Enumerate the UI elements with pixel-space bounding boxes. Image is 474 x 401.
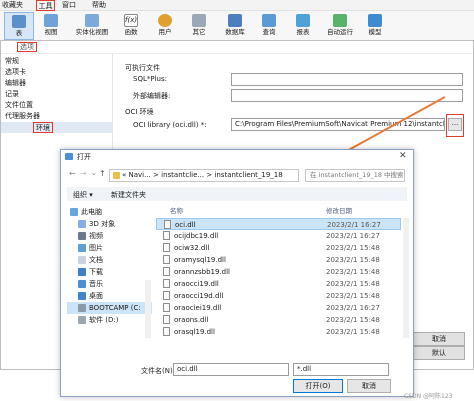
tree-item-documents[interactable]: 文档 (67, 254, 152, 266)
folder-icon (113, 172, 120, 179)
file-name: oraociei19.dll (174, 304, 222, 312)
open-file-dialog: 打开 ✕ ← → ⌄ ↑ « Navi... > instantclie... … (60, 149, 414, 397)
tree-label: 软件 (D:) (89, 316, 119, 324)
column-name[interactable]: 名称 (170, 206, 183, 217)
file-row[interactable]: ocijdbc19.dll 2023/2/1 16:27 (156, 230, 401, 242)
dialog-toolbar: 组织 ▾ 新建文件夹 (67, 187, 407, 201)
tree-label: 桌面 (89, 292, 103, 300)
close-icon[interactable]: ✕ (399, 151, 407, 161)
recent-chevron-icon[interactable]: ⌄ (91, 169, 97, 177)
dll-file-icon (163, 255, 170, 264)
file-row[interactable]: oci.dll 2023/2/1 16:27 (156, 218, 401, 230)
file-type-select[interactable]: *.dll (293, 363, 389, 376)
desktop-icon (78, 292, 86, 300)
dll-file-icon (163, 231, 170, 240)
file-date: 2023/2/1 15:48 (326, 316, 380, 324)
file-date: 2023/2/1 15:48 (326, 328, 380, 336)
dll-file-icon (163, 315, 170, 324)
dll-file-icon (163, 279, 170, 288)
forward-icon[interactable]: → (80, 169, 87, 178)
tree-item-bootcamp[interactable]: BOOTCAMP (C: (67, 302, 152, 314)
file-date: 2023/2/1 15:48 (326, 280, 380, 288)
file-list: 名称 修改日期 oci.dll 2023/2/1 16:27 ocijdbc19.… (156, 206, 411, 340)
file-row[interactable]: orannzsbb19.dll 2023/2/1 15:48 (156, 266, 401, 278)
watermark: CSDN @阿陈123 (404, 393, 453, 400)
dialog-cancel-button[interactable]: 取消 (347, 379, 391, 393)
file-date: 2023/2/1 16:27 (326, 304, 380, 312)
tree-label: 文档 (89, 256, 103, 264)
organize-button[interactable]: 组织 ▾ (73, 190, 93, 200)
picture-icon (78, 244, 86, 252)
search-input[interactable]: 在 instantclient_19_18 中搜索 (305, 169, 405, 182)
path-segment[interactable]: « Navi... (122, 171, 151, 179)
dll-file-icon (163, 243, 170, 252)
file-date: 2023/2/1 15:48 (326, 268, 380, 276)
file-name: orasql19.dll (174, 328, 215, 336)
tree-item-3d[interactable]: 3D 对象 (67, 218, 152, 230)
file-name: oramysql19.dll (174, 256, 226, 264)
drive-icon (78, 304, 86, 312)
address-bar: ← → ⌄ ↑ « Navi... > instantclie... > ins… (67, 168, 407, 183)
path-breadcrumb[interactable]: « Navi... > instantclie... > instantclie… (109, 169, 299, 182)
dll-file-icon (163, 327, 170, 336)
open-button[interactable]: 打开(O) (293, 379, 343, 393)
tree-label: BOOTCAMP (C: (89, 304, 141, 312)
file-row[interactable]: oramysql19.dll 2023/2/1 15:48 (156, 254, 401, 266)
file-date: 2023/2/1 15:48 (326, 292, 380, 300)
dll-file-icon (163, 291, 170, 300)
tree-label: 3D 对象 (89, 220, 116, 228)
tree-scrollbar[interactable] (145, 280, 151, 338)
new-folder-button[interactable]: 新建文件夹 (111, 190, 146, 200)
tree-item-this-pc[interactable]: 此电脑 (67, 206, 152, 218)
file-date: 2023/2/1 16:27 (326, 232, 380, 240)
file-row[interactable]: ociw32.dll 2023/2/1 15:48 (156, 242, 401, 254)
tree-label: 视频 (89, 232, 103, 240)
tree-label: 音乐 (89, 280, 103, 288)
cube-icon (78, 220, 86, 228)
file-name: ociw32.dll (174, 244, 210, 252)
file-date: 2023/2/1 15:48 (326, 256, 380, 264)
video-icon (78, 232, 86, 240)
music-icon (78, 280, 86, 288)
file-name: orannzsbb19.dll (174, 268, 230, 276)
download-icon (78, 268, 86, 276)
filename-input[interactable]: oci.dll (173, 363, 289, 376)
file-row[interactable]: oraocci19d.dll 2023/2/1 15:48 (156, 290, 401, 302)
tree-item-desktop[interactable]: 桌面 (67, 290, 152, 302)
tree-item-videos[interactable]: 视频 (67, 230, 152, 242)
dll-file-icon (163, 303, 170, 312)
file-name: oraocci19.dll (174, 280, 219, 288)
file-row[interactable]: oraocci19.dll 2023/2/1 15:48 (156, 278, 401, 290)
file-date: 2023/2/1 15:48 (326, 244, 380, 252)
dialog-title-bar: 打开 ✕ (61, 150, 413, 164)
file-row[interactable]: oraons.dll 2023/2/1 15:48 (156, 314, 401, 326)
drive-icon (78, 316, 86, 324)
tree-label: 此电脑 (81, 208, 102, 216)
path-segment[interactable]: instantclient_19_18 (214, 171, 282, 179)
filename-label: 文件名(N): (141, 367, 176, 375)
tree-item-downloads[interactable]: 下载 (67, 266, 152, 278)
file-name: ocijdbc19.dll (174, 232, 219, 240)
up-icon[interactable]: ↑ (99, 169, 106, 178)
tree-item-music[interactable]: 音乐 (67, 278, 152, 290)
tree-item-software[interactable]: 软件 (D:) (67, 314, 152, 326)
file-row[interactable]: oraociei19.dll 2023/2/1 16:27 (156, 302, 401, 314)
file-list-scrollbar[interactable] (403, 218, 409, 338)
nav-tree: 此电脑 3D 对象 视频 图片 文档 下载 音乐 桌面 BOOTCAMP (C:… (67, 206, 152, 338)
app-icon (65, 153, 73, 160)
file-name: oraocci19d.dll (174, 292, 224, 300)
tree-label: 下载 (89, 268, 103, 276)
path-segment[interactable]: instantclie... (161, 171, 204, 179)
dll-file-icon (163, 267, 170, 276)
computer-icon (70, 208, 78, 216)
dll-file-icon (164, 220, 171, 229)
document-icon (78, 256, 86, 264)
file-row[interactable]: orasql19.dll 2023/2/1 15:48 (156, 326, 401, 338)
dialog-title: 打开 (77, 153, 91, 161)
tree-label: 图片 (89, 244, 103, 252)
back-icon[interactable]: ← (69, 169, 76, 178)
tree-item-pictures[interactable]: 图片 (67, 242, 152, 254)
file-name: oraons.dll (174, 316, 209, 324)
column-date[interactable]: 修改日期 (326, 206, 352, 217)
